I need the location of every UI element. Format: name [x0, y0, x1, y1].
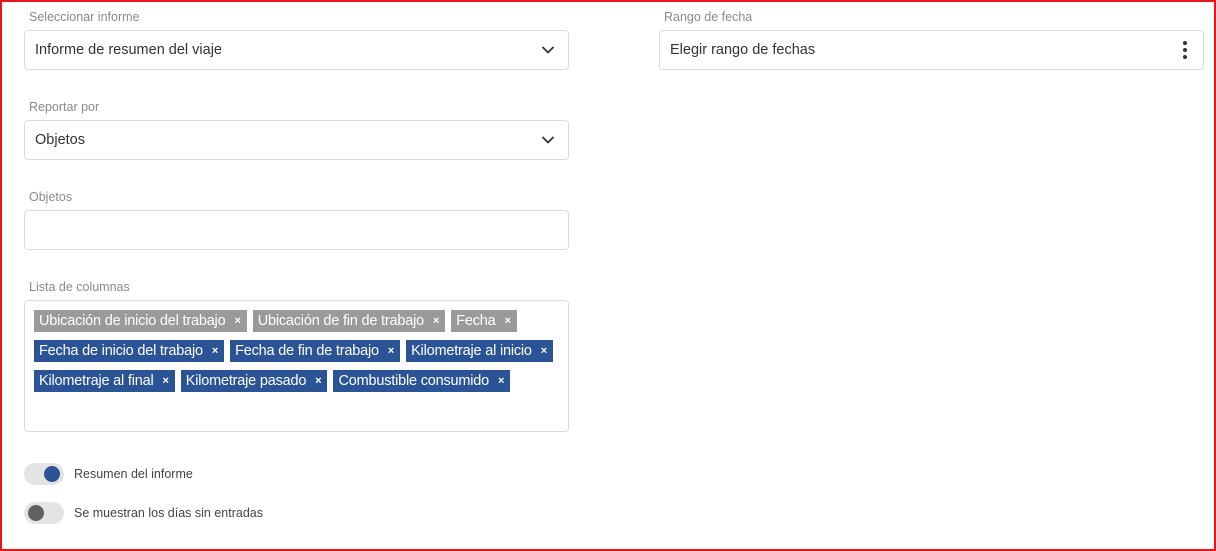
column-tag[interactable]: Kilometraje al inicio × [406, 340, 554, 362]
remove-tag-icon[interactable]: × [234, 315, 240, 327]
column-tag[interactable]: Combustible consumido × [333, 370, 511, 392]
column-tag-label: Fecha [456, 313, 496, 329]
column-tag-label: Kilometraje al final [39, 373, 154, 389]
report-select[interactable]: Informe de resumen del viaje [24, 30, 569, 70]
report-select-value: Informe de resumen del viaje [35, 42, 222, 58]
column-tag-label: Combustible consumido [338, 373, 490, 389]
columns-multiselect[interactable]: Ubicación de inicio del trabajo × Ubicaci… [24, 300, 569, 432]
remove-tag-icon[interactable]: × [433, 315, 439, 327]
objects-label: Objetos [29, 190, 73, 204]
column-tag[interactable]: Kilometraje pasado × [180, 370, 328, 392]
report-by-label: Reportar por [29, 100, 100, 114]
columns-tag-list: Ubicación de inicio del trabajo × Ubicaci… [34, 310, 560, 392]
column-tag[interactable]: Kilometraje al final × [34, 370, 175, 392]
kebab-menu-icon[interactable] [1183, 41, 1187, 59]
remove-tag-icon[interactable]: × [315, 375, 321, 387]
remove-tag-icon[interactable]: × [388, 345, 394, 357]
column-tag[interactable]: Ubicación de fin de trabajo × [252, 310, 446, 332]
remove-tag-icon[interactable]: × [541, 345, 547, 357]
column-tag-label: Fecha de fin de trabajo [235, 343, 379, 359]
date-range-field[interactable]: Elegir rango de fechas [659, 30, 1204, 70]
summary-toggle-label: Resumen del informe [74, 467, 193, 481]
report-by-value: Objetos [35, 132, 85, 148]
empty-days-toggle[interactable] [24, 502, 64, 524]
column-tag[interactable]: Fecha de inicio del trabajo × [34, 340, 225, 362]
summary-toggle[interactable] [24, 463, 64, 485]
chevron-down-icon [542, 136, 554, 144]
column-tag[interactable]: Ubicación de inicio del trabajo × [34, 310, 247, 332]
objects-input[interactable] [24, 210, 569, 250]
column-tag-label: Fecha de inicio del trabajo [39, 343, 203, 359]
column-tag[interactable]: Fecha × [451, 310, 517, 332]
toggle-knob [28, 505, 44, 521]
column-tag-label: Kilometraje al inicio [411, 343, 532, 359]
chevron-down-icon [542, 46, 554, 54]
column-tag[interactable]: Fecha de fin de trabajo × [230, 340, 401, 362]
remove-tag-icon[interactable]: × [498, 375, 504, 387]
report-by-select[interactable]: Objetos [24, 120, 569, 160]
columns-label: Lista de columnas [29, 280, 130, 294]
remove-tag-icon[interactable]: × [162, 375, 168, 387]
column-tag-label: Ubicación de fin de trabajo [257, 313, 424, 329]
date-range-label: Rango de fecha [664, 10, 753, 24]
empty-days-toggle-label: Se muestran los días sin entradas [74, 506, 263, 520]
toggle-knob [44, 466, 60, 482]
date-range-value: Elegir rango de fechas [670, 42, 816, 58]
remove-tag-icon[interactable]: × [212, 345, 218, 357]
column-tag-label: Kilometraje pasado [185, 373, 307, 389]
remove-tag-icon[interactable]: × [505, 315, 511, 327]
column-tag-label: Ubicación de inicio del trabajo [39, 313, 226, 329]
report-select-label: Seleccionar informe [29, 10, 140, 24]
